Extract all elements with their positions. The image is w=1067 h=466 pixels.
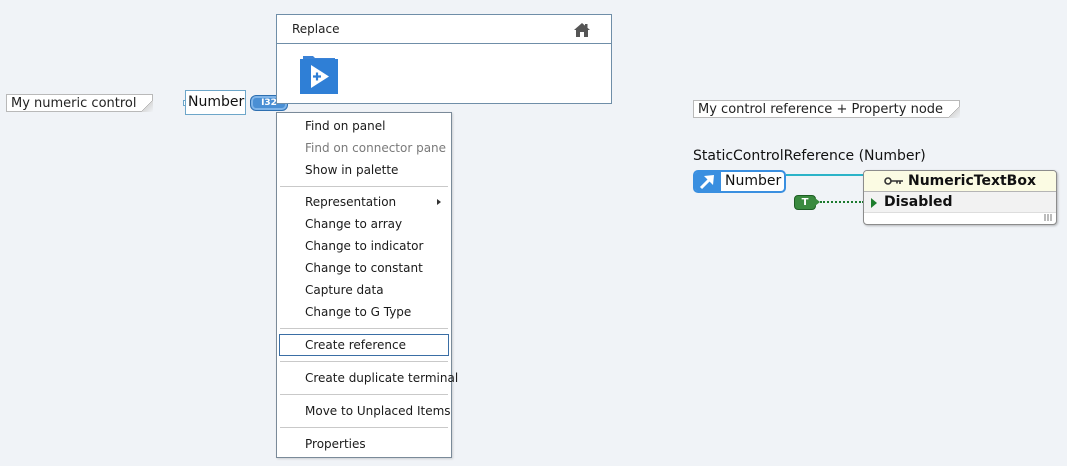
- menu-separator: [280, 427, 448, 428]
- menu-item-label: Properties: [305, 437, 366, 451]
- page-fold-icon: [948, 106, 961, 118]
- boolean-constant-pointer: [815, 198, 820, 206]
- free-label-numeric-control[interactable]: My numeric control: [6, 94, 154, 112]
- menu-item-label: Representation: [305, 195, 397, 209]
- menu-item-change-to-g-type[interactable]: Change to G Type: [279, 301, 449, 323]
- menu-item-label: Change to indicator: [305, 239, 424, 253]
- free-label-text: My numeric control: [11, 96, 137, 111]
- menu-item-move-to-unplaced-items[interactable]: Move to Unplaced Items: [279, 400, 451, 422]
- property-row-disabled[interactable]: Disabled: [864, 192, 1056, 213]
- property-node[interactable]: NumericTextBox Disabled: [863, 170, 1057, 225]
- static-control-reference-node[interactable]: Number: [693, 170, 786, 193]
- menu-item-change-to-indicator[interactable]: Change to indicator: [279, 235, 449, 257]
- menu-separator: [280, 394, 448, 395]
- replace-panel: Replace: [276, 14, 612, 104]
- menu-separator: [280, 186, 448, 187]
- boolean-wire[interactable]: [820, 201, 864, 203]
- menu-item-properties[interactable]: Properties: [279, 433, 449, 455]
- boolean-constant-label: T: [801, 197, 809, 208]
- menu-item-label: Find on panel: [305, 119, 386, 133]
- menu-item-label: Find on connector pane: [305, 141, 447, 155]
- menu-item-change-to-constant[interactable]: Change to constant: [279, 257, 449, 279]
- home-icon[interactable]: [573, 22, 591, 38]
- property-name: Disabled: [884, 194, 953, 210]
- terminal-label: Number: [188, 94, 245, 110]
- reference-wire[interactable]: [786, 174, 864, 176]
- free-label-control-reference[interactable]: My control reference + Property node: [693, 100, 961, 118]
- menu-item-representation[interactable]: Representation: [279, 191, 449, 213]
- menu-item-label: Create duplicate terminal: [305, 371, 459, 385]
- resize-grip-icon[interactable]: [1044, 213, 1052, 221]
- replace-panel-header: Replace: [277, 15, 611, 44]
- vi-icon[interactable]: [299, 53, 339, 95]
- page-fold-icon: [141, 100, 154, 112]
- menu-item-find-on-connector-pane[interactable]: Find on connector pane: [279, 137, 449, 159]
- menu-item-label: Move to Unplaced Items: [305, 404, 451, 418]
- submenu-arrow-icon: [437, 199, 441, 205]
- write-direction-icon: [871, 198, 877, 208]
- menu-item-label: Create reference: [305, 338, 406, 352]
- menu-item-create-reference[interactable]: Create reference: [279, 334, 449, 356]
- menu-item-find-on-panel[interactable]: Find on panel: [279, 115, 449, 137]
- key-icon: [884, 177, 903, 185]
- menu-item-label: Change to G Type: [305, 305, 412, 319]
- static-reference-label: Number: [725, 173, 782, 189]
- replace-panel-title: Replace: [292, 22, 340, 36]
- menu-item-capture-data[interactable]: Capture data: [279, 279, 449, 301]
- menu-item-label: Show in palette: [305, 163, 399, 177]
- context-menu: Find on panel Find on connector pane Sho…: [276, 112, 458, 458]
- menu-item-label: Change to array: [305, 217, 403, 231]
- menu-item-label: Capture data: [305, 283, 384, 297]
- menu-item-show-in-palette[interactable]: Show in palette: [279, 159, 449, 181]
- property-node-class: NumericTextBox: [908, 173, 1036, 189]
- free-label-text: My control reference + Property node: [698, 102, 944, 117]
- menu-item-create-duplicate-terminal[interactable]: Create duplicate terminal: [279, 367, 458, 389]
- boolean-true-constant[interactable]: T: [794, 195, 816, 210]
- menu-item-label: Change to constant: [305, 261, 423, 275]
- menu-item-change-to-array[interactable]: Change to array: [279, 213, 449, 235]
- property-node-header[interactable]: NumericTextBox: [864, 171, 1056, 192]
- reference-arrow-icon: [695, 172, 721, 191]
- menu-separator: [280, 328, 448, 329]
- number-terminal[interactable]: Number: [185, 90, 246, 115]
- static-reference-title: StaticControlReference (Number): [693, 148, 926, 164]
- menu-separator: [280, 361, 448, 362]
- type-badge-label: I32: [261, 98, 277, 108]
